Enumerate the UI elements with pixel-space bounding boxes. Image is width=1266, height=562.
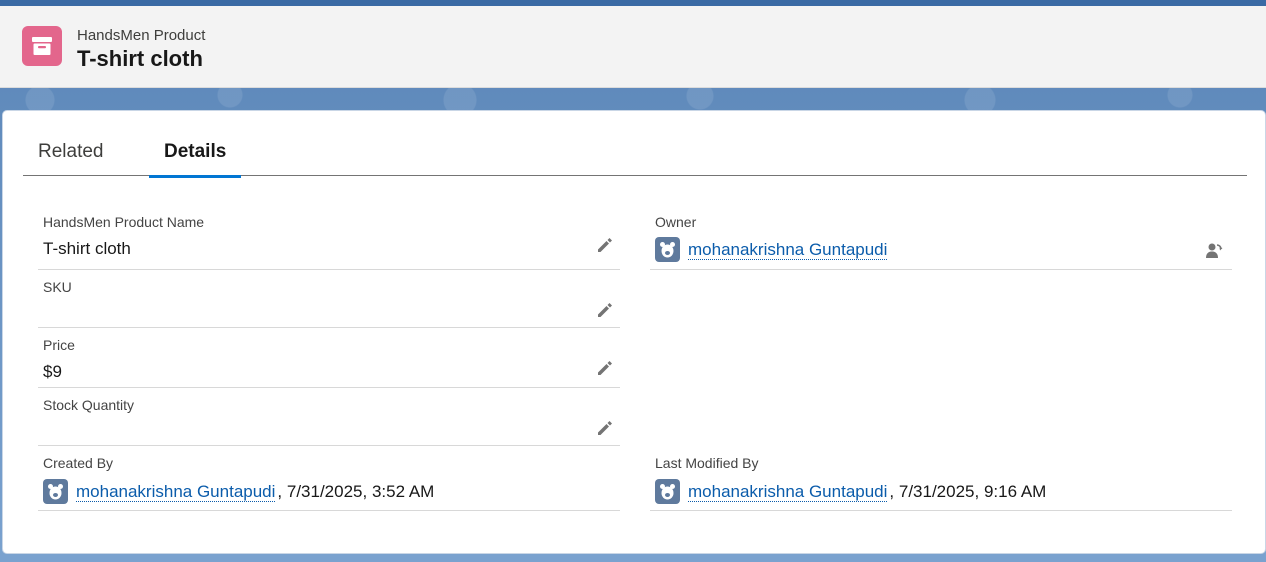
user-link[interactable]: mohanakrishna Guntapudi [688,240,888,260]
object-type-label: HandsMen Product [77,27,206,44]
change-owner-icon[interactable] [1204,241,1224,261]
tab-related[interactable]: Related [38,129,104,176]
owner-value: mohanakrishna Guntapudi [655,237,888,262]
edit-pencil-icon[interactable] [596,419,614,437]
field-stock-quantity: Stock Quantity [38,388,620,446]
details-card: Related Details HandsMen Product Name T-… [2,110,1266,554]
field-label: SKU [43,279,72,295]
user-link[interactable]: mohanakrishna Guntapudi [76,482,276,502]
user-avatar-icon [655,479,680,504]
last-modified-by-value: mohanakrishna Guntapudi , 7/31/2025, 9:1… [655,479,1046,504]
field-owner: Owner mohanakrishna Guntapudi [650,209,1232,270]
field-value: $9 [43,362,62,381]
tab-details[interactable]: Details [149,129,242,178]
field-label: Owner [655,214,697,230]
tab-bar: Related Details [23,129,1247,178]
field-last-modified-by: Last Modified By mohanakrishna Guntapudi… [650,446,1232,511]
user-avatar-icon [655,237,680,262]
record-title: T-shirt cloth [77,46,203,71]
created-timestamp: , 7/31/2025, 3:52 AM [277,481,435,501]
field-label: Stock Quantity [43,397,135,413]
created-by-value: mohanakrishna Guntapudi , 7/31/2025, 3:5… [43,479,434,504]
edit-pencil-icon[interactable] [596,236,614,254]
field-price: Price $9 [38,328,620,388]
user-link[interactable]: mohanakrishna Guntapudi [688,482,888,502]
record-header: HandsMen Product T-shirt cloth [0,6,1266,88]
modified-timestamp: , 7/31/2025, 9:16 AM [889,481,1047,501]
edit-pencil-icon[interactable] [596,359,614,377]
user-avatar-icon [43,479,68,504]
field-product-name: HandsMen Product Name T-shirt cloth [38,209,620,270]
field-sku: SKU [38,270,620,328]
field-label: Last Modified By [655,455,759,471]
field-label: HandsMen Product Name [43,214,205,230]
field-value: T-shirt cloth [43,239,131,258]
edit-pencil-icon[interactable] [596,301,614,319]
field-created-by: Created By mohanakrishna Guntapudi , 7/3… [38,446,620,511]
field-label: Created By [43,455,114,471]
product-box-icon [22,26,62,66]
field-label: Price [43,337,75,353]
